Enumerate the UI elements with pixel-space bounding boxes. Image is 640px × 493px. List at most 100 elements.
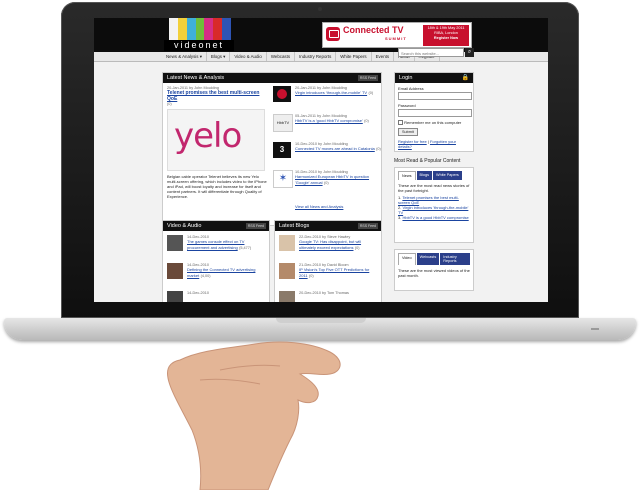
- tab-news[interactable]: News: [398, 171, 416, 180]
- video-item-title[interactable]: Defining the Connected TV advertising ma…: [187, 267, 255, 278]
- blog-item: 22-Dec-2010 by Steve Hawley Google TV: H…: [299, 235, 377, 251]
- most-viewed-panel: Video Webcasts Industry Reports These ar…: [394, 249, 474, 291]
- view-all-news-link[interactable]: View all News and Analysis: [295, 204, 343, 209]
- camera-icon: [318, 7, 322, 11]
- register-row: Register for free | Forgotten your detai…: [398, 139, 456, 150]
- most-read-content: These are the most read news stories of …: [395, 180, 473, 223]
- search-icon[interactable]: ⌕: [465, 48, 474, 57]
- news-item: 20-Jan-2011 by John Moulding Virgin intr…: [295, 86, 381, 96]
- news-item-count: (0): [368, 91, 374, 95]
- banner-cta[interactable]: Register Now: [423, 36, 469, 41]
- video-item: 14-Dec-2010 Defining the Connected TV ad…: [187, 263, 265, 279]
- blog-item-count: (0): [309, 274, 314, 278]
- most-read-item: 1. Telenet promises the best multi-scree…: [398, 195, 459, 205]
- login-heading: Login 🔒: [395, 73, 473, 83]
- submit-button[interactable]: Submit: [398, 128, 418, 137]
- blog-item-count: (0): [354, 246, 360, 250]
- featured-headline[interactable]: Telenet promises the best multi-screen Q…: [167, 90, 267, 102]
- most-read-item-link[interactable]: HbbTV is a good HbbTV compromise: [402, 215, 468, 220]
- virgin-icon: [277, 89, 287, 99]
- nav-blogs-label: Blogs: [210, 54, 222, 59]
- nav-reports[interactable]: Industry Reports: [295, 52, 337, 61]
- hand-shape: [167, 341, 341, 490]
- featured-body: Belgian cable operator Telenet believes …: [167, 174, 267, 199]
- most-viewed-tabs: Video Webcasts Industry Reports: [395, 250, 473, 265]
- news-item-count: (0): [364, 119, 369, 123]
- email-field[interactable]: [398, 92, 472, 100]
- rss-feed-link[interactable]: RSS Feed: [245, 223, 266, 229]
- tab-webcasts[interactable]: Webcasts: [416, 253, 440, 265]
- blog-item: 20-Dec-2010 by Tom Thomas: [299, 291, 377, 295]
- most-read-item: 2. Virgin introduces 'through-the-mobile…: [398, 205, 469, 215]
- most-read-heading: Most Read & Popular Content: [394, 158, 461, 164]
- nav-webcasts[interactable]: Webcasts: [267, 52, 296, 61]
- nav-white-papers[interactable]: White Papers: [336, 52, 372, 61]
- tv-icon: [326, 27, 340, 41]
- banner-subtitle: SUMMIT: [385, 36, 407, 41]
- news-item-title[interactable]: Harmonized European HbbTV in question 'G…: [295, 174, 369, 185]
- latest-blogs-heading: Latest Blogs RSS Feed: [275, 221, 381, 231]
- most-viewed-intro: These are the most viewed videos of the …: [398, 268, 470, 278]
- news-item-title[interactable]: Virgin introduces 'through-the-mobile' T…: [295, 90, 367, 95]
- tv3-thumb: 3: [273, 142, 291, 158]
- login-form: Email Address Password Remember me on th…: [395, 86, 473, 149]
- latest-news-heading: Latest News & Analysis RSS Feed: [163, 73, 381, 83]
- nav-news[interactable]: News & Analysis ▾: [162, 52, 207, 61]
- logo-bar: [177, 18, 187, 42]
- blog-item-title[interactable]: Google TV: Has disappoint, but will ulti…: [299, 239, 361, 250]
- news-item: 05-Jan-2011 by John Moulding HbbTV is a …: [295, 114, 381, 124]
- logo-bar: [169, 18, 178, 42]
- search-input[interactable]: Search this website...: [398, 48, 464, 57]
- laptop-notch: [276, 318, 366, 323]
- most-read-item-link[interactable]: Telenet promises the best multi-screen Q…: [398, 195, 459, 205]
- video-thumb: [167, 291, 183, 302]
- latest-blogs-title: Latest Blogs: [279, 223, 310, 229]
- logo-bar: [195, 18, 205, 42]
- featured-story: 20-Jan-2011 by John Moulding Telenet pro…: [167, 86, 267, 199]
- tab-white-papers[interactable]: White Papers: [433, 171, 462, 180]
- laptop-screen: videonet Connected TV SUMMIT 18th & 19th…: [94, 18, 548, 302]
- featured-count: (0): [167, 102, 172, 106]
- news-item-title[interactable]: HbbTV is a 'good HbbTV compromise': [295, 118, 363, 123]
- blog-thumb: [279, 263, 295, 279]
- video-thumb: [167, 263, 183, 279]
- tab-industry-reports[interactable]: Industry Reports: [440, 253, 470, 265]
- news-item: 10-Dec-2010 by John Moulding Connected T…: [295, 142, 381, 152]
- logo-bar: [186, 18, 196, 42]
- remember-row: Remember me on this computer: [398, 120, 470, 126]
- hand-image: [167, 341, 341, 490]
- nav-video[interactable]: Video & Audio: [230, 52, 267, 61]
- star-thumb: ✶: [273, 170, 293, 188]
- site-logo[interactable]: videonet: [164, 40, 234, 51]
- blog-thumb: [279, 291, 295, 302]
- nav-events[interactable]: Events: [372, 52, 395, 61]
- most-read-item-link[interactable]: Virgin introduces 'through-the-mobile' T…: [398, 205, 468, 215]
- password-label: Password: [398, 103, 416, 108]
- remember-checkbox[interactable]: [398, 120, 403, 126]
- news-item-title[interactable]: Connected TV moves are ahead in Cataloni…: [295, 146, 375, 151]
- video-item-title[interactable]: The games console effect on TV procureme…: [187, 239, 244, 250]
- blog-thumb: [279, 235, 295, 251]
- tab-blogs[interactable]: Blogs: [416, 171, 432, 180]
- banner-details: 18th & 19th May 2011 RIBA, London Regist…: [423, 25, 469, 46]
- video-item: 14-Dec-2010 The games console effect on …: [187, 235, 265, 251]
- most-read-item: 3. HbbTV is a good HbbTV compromise: [398, 215, 469, 220]
- video-item: 14-Dec-2010: [187, 291, 265, 295]
- blog-item: 21-Dec-2010 by David Bloom IP Vision's T…: [299, 263, 377, 279]
- nav-blogs[interactable]: Blogs ▾: [207, 52, 231, 61]
- rss-feed-link[interactable]: RSS Feed: [357, 75, 378, 81]
- login-panel: Login 🔒 Email Address Password Remember …: [394, 72, 474, 152]
- ad-banner[interactable]: Connected TV SUMMIT 18th & 19th May 2011…: [322, 22, 472, 48]
- email-label: Email Address: [398, 86, 424, 91]
- nav-news-label: News & Analysis: [166, 54, 199, 59]
- news-list: 20-Jan-2011 by John Moulding Virgin intr…: [269, 86, 381, 216]
- logo-bar: [204, 18, 214, 42]
- latest-news-panel: Latest News & Analysis RSS Feed 20-Jan-2…: [162, 72, 382, 226]
- featured-image[interactable]: yelo: [167, 109, 265, 171]
- rss-feed-link[interactable]: RSS Feed: [357, 223, 378, 229]
- tab-video[interactable]: Video: [398, 253, 416, 265]
- video-audio-title: Video & Audio: [167, 223, 202, 229]
- password-field[interactable]: [398, 109, 472, 117]
- most-read-panel: News Blogs White Papers These are the mo…: [394, 167, 474, 243]
- logo-bar: [213, 18, 223, 42]
